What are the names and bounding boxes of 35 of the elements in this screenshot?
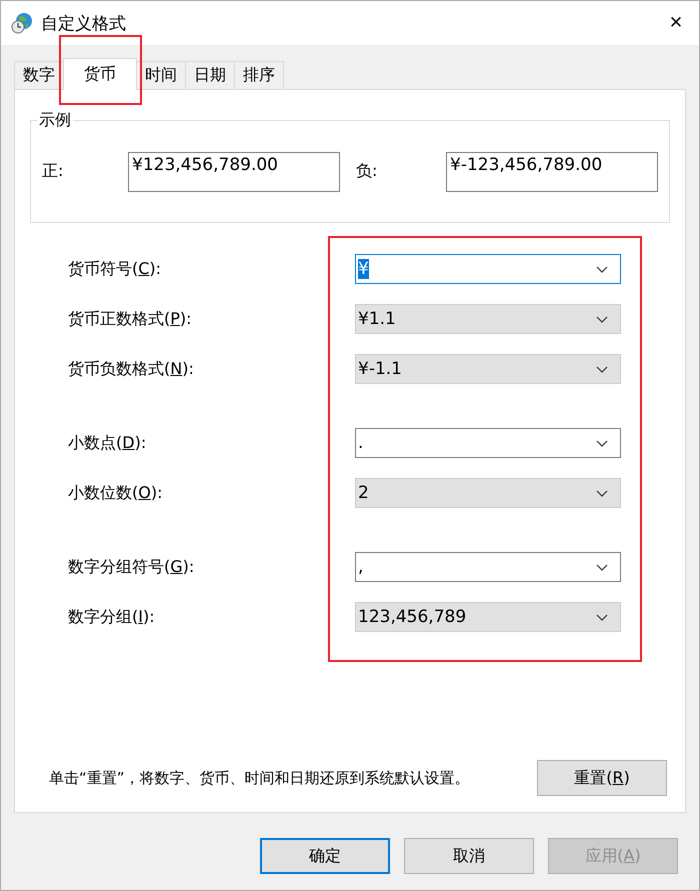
field-label: 数字分组(I): xyxy=(68,606,155,628)
dialog-button[interactable]: 确定 xyxy=(260,838,390,874)
chevron-down-icon xyxy=(596,366,608,372)
dialog-button[interactable]: 取消 xyxy=(404,838,534,874)
reset-button[interactable]: 重置(R) xyxy=(537,760,667,796)
chevron-down-icon xyxy=(596,490,608,496)
chevron-down-icon xyxy=(596,614,608,620)
field-label: 货币符号(C): xyxy=(68,258,162,280)
field-label: 数字分组符号(G): xyxy=(68,556,194,578)
field-label: 小数点(D): xyxy=(68,432,146,454)
combo-box[interactable]: 123,456,789 xyxy=(355,602,621,632)
combo-box[interactable]: ¥-1.1 xyxy=(355,354,621,384)
tab[interactable]: 排序 xyxy=(234,61,284,89)
tab[interactable]: 数字 xyxy=(14,61,64,89)
reset-note: 单击“重置”，将数字、货币、时间和日期还原到系统默认设置。 xyxy=(49,768,470,788)
field-label: 负: xyxy=(356,161,378,182)
combo-box[interactable]: . xyxy=(355,428,621,458)
field-label: 货币负数格式(N): xyxy=(68,358,194,380)
globe-clock-icon xyxy=(11,12,33,34)
combo-box[interactable]: , xyxy=(355,552,621,582)
chevron-down-icon xyxy=(596,564,608,570)
combo-box[interactable]: 2 xyxy=(355,478,621,508)
tab[interactable]: 货币 xyxy=(63,58,137,90)
combo-box[interactable]: ¥1.1 xyxy=(355,304,621,334)
chevron-down-icon xyxy=(596,440,608,446)
field-label: 小数位数(O): xyxy=(68,482,162,504)
negative-example-field[interactable]: ¥-123,456,789.00 xyxy=(446,152,658,192)
close-button[interactable]: ✕ xyxy=(653,1,699,45)
chevron-down-icon xyxy=(596,316,608,322)
window-title: 自定义格式 xyxy=(41,12,127,34)
field-label: 货币正数格式(P): xyxy=(68,308,192,330)
field-label: 正: xyxy=(42,161,64,182)
combo-box[interactable]: ¥ xyxy=(355,254,621,284)
positive-example-field[interactable]: ¥123,456,789.00 xyxy=(128,152,340,192)
chevron-down-icon xyxy=(596,266,608,272)
